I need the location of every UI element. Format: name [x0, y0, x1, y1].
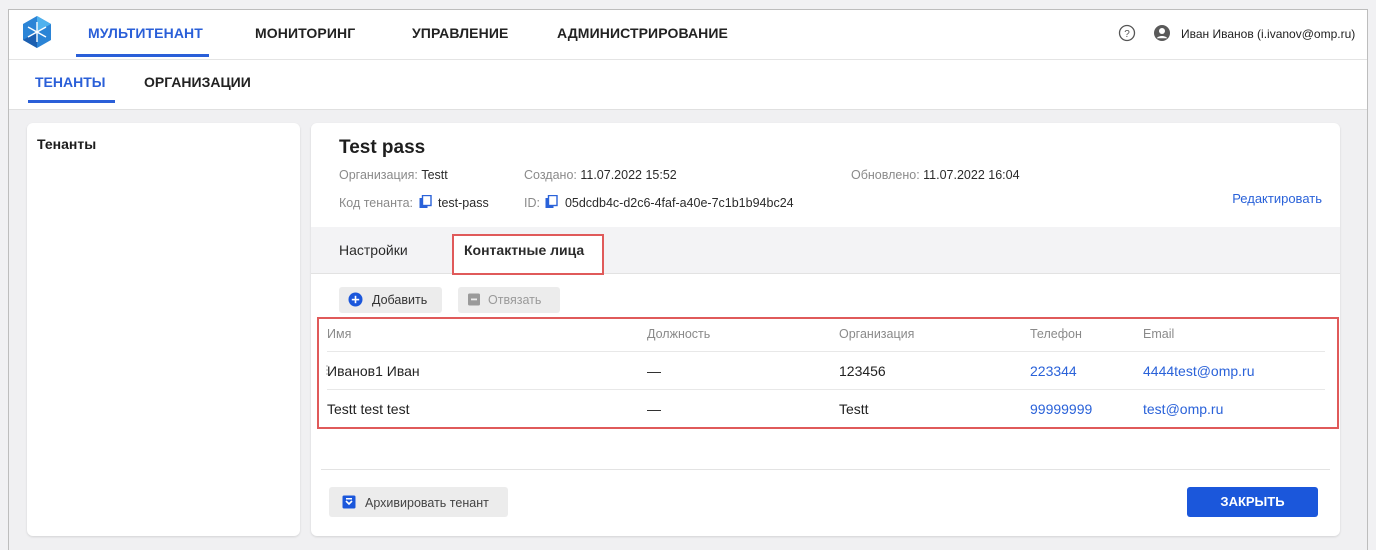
svg-text:?: ? — [1124, 29, 1130, 40]
cell-email[interactable]: test@omp.ru — [1143, 401, 1223, 417]
archive-icon — [342, 495, 356, 509]
cell-phone[interactable]: 99999999 — [1030, 401, 1092, 417]
organization-value: Testt — [421, 168, 448, 182]
help-icon[interactable]: ? — [1118, 24, 1136, 42]
unlink-contact-button[interactable]: Отвязать — [458, 287, 560, 313]
tab-settings[interactable]: Настройки — [339, 242, 408, 258]
tenant-id-label: ID: — [524, 196, 540, 210]
cell-organization: 123456 — [839, 363, 886, 379]
plus-circle-icon — [348, 292, 363, 307]
cell-organization: Testt — [839, 401, 869, 417]
copy-icon[interactable] — [419, 195, 432, 209]
tenants-list-panel: Тенанты — [27, 123, 300, 536]
cell-position: — — [647, 363, 661, 379]
table-row[interactable]: Testt test test — Testt 99999999 test@om… — [327, 390, 1325, 428]
tab-organizations[interactable]: ОРГАНИЗАЦИИ — [144, 74, 251, 90]
user-icon[interactable] — [1153, 24, 1171, 42]
user-name[interactable]: Иван Иванов (i.ivanov@omp.ru) — [1181, 27, 1355, 41]
table-header-row: Имя Должность Организация Телефон Email — [327, 319, 1325, 352]
tenant-code-label: Код тенанта: — [339, 196, 414, 210]
table-row[interactable]: Иванов1 Иван — 123456 223344 4444test@om… — [326, 352, 1325, 390]
tenant-organization: Организация: Testt — [339, 168, 448, 182]
sub-navigation-bar: ТЕНАНТЫ ОРГАНИЗАЦИИ — [9, 60, 1367, 110]
nav-administration[interactable]: АДМИНИСТРИРОВАНИЕ — [557, 25, 728, 41]
created-label: Создано: — [524, 168, 577, 182]
tab-contacts-highlight[interactable]: Контактные лица — [452, 234, 604, 275]
nav-multitenant[interactable]: МУЛЬТИТЕНАНТ — [88, 25, 203, 41]
column-header-email[interactable]: Email — [1143, 327, 1174, 341]
cell-phone[interactable]: 223344 — [1030, 363, 1077, 379]
updated-value: 11.07.2022 16:04 — [923, 168, 1020, 182]
tenant-code: Код тенанта: test-pass — [339, 195, 489, 210]
footer-divider — [321, 469, 1330, 470]
created-value: 11.07.2022 15:52 — [580, 168, 677, 182]
tenant-detail-card: Test pass Организация: Testt Создано: 11… — [311, 123, 1340, 536]
unlink-button-label: Отвязать — [488, 293, 542, 307]
nav-management[interactable]: УПРАВЛЕНИЕ — [412, 25, 508, 41]
contacts-table: Имя Должность Организация Телефон Email … — [317, 317, 1339, 429]
nav-active-indicator — [76, 54, 209, 57]
archive-button-label: Архивировать тенант — [365, 496, 489, 510]
tenant-id: ID: 05dcdb4c-d2c6-4faf-a40e-7c1b1b94bc24 — [524, 195, 794, 210]
cell-name: Testt test test — [327, 401, 410, 417]
tenant-title: Test pass — [339, 137, 426, 158]
organization-label: Организация: — [339, 168, 418, 182]
app-window: МУЛЬТИТЕНАНТ МОНИТОРИНГ УПРАВЛЕНИЕ АДМИН… — [8, 9, 1368, 550]
add-contact-button[interactable]: Добавить — [339, 287, 442, 313]
column-header-phone[interactable]: Телефон — [1030, 327, 1082, 341]
archive-tenant-button[interactable]: Архивировать тенант — [329, 487, 508, 517]
column-header-name[interactable]: Имя — [327, 327, 351, 341]
tenant-id-value: 05dcdb4c-d2c6-4faf-a40e-7c1b1b94bc24 — [564, 196, 794, 210]
cell-name: Иванов1 Иван — [327, 363, 420, 379]
subtab-active-indicator — [28, 100, 115, 103]
logo-icon[interactable] — [22, 15, 52, 49]
tenant-updated: Обновлено: 11.07.2022 16:04 — [851, 168, 1020, 182]
cell-email[interactable]: 4444test@omp.ru — [1143, 363, 1255, 379]
add-button-label: Добавить — [372, 293, 428, 307]
cell-position: — — [647, 401, 661, 417]
column-header-position[interactable]: Должность — [647, 327, 710, 341]
tenants-panel-title: Тенанты — [37, 136, 97, 152]
unlink-icon — [468, 293, 480, 306]
tenant-created: Создано: 11.07.2022 15:52 — [524, 168, 677, 182]
updated-label: Обновлено: — [851, 168, 920, 182]
close-button[interactable]: ЗАКРЫТЬ — [1187, 487, 1318, 517]
tab-tenants[interactable]: ТЕНАНТЫ — [35, 74, 105, 90]
top-navigation-bar: МУЛЬТИТЕНАНТ МОНИТОРИНГ УПРАВЛЕНИЕ АДМИН… — [9, 10, 1367, 60]
nav-monitoring[interactable]: МОНИТОРИНГ — [255, 25, 355, 41]
tab-contacts[interactable]: Контактные лица — [464, 242, 584, 258]
tenant-code-value: test-pass — [438, 196, 489, 210]
copy-icon[interactable] — [545, 195, 559, 209]
detail-tabs: Настройки Контактные лица — [311, 227, 1340, 275]
column-header-organization[interactable]: Организация — [839, 327, 914, 341]
edit-link[interactable]: Редактировать — [1232, 191, 1322, 206]
